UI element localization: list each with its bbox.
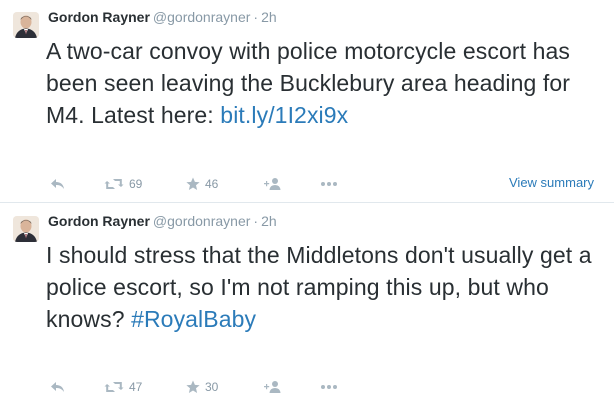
tweet-divider: [0, 202, 614, 203]
more-button[interactable]: [320, 174, 338, 194]
tweet-text: A two-car convoy with police motorcycle …: [46, 35, 606, 131]
author-name[interactable]: Gordon Rayner: [48, 9, 150, 25]
tweet-header: Gordon Rayner @gordonrayner · 2h: [48, 212, 277, 230]
favorite-button[interactable]: 46: [186, 174, 218, 194]
tweet-header: Gordon Rayner @gordonrayner · 2h: [48, 8, 277, 26]
retweet-count: 47: [129, 380, 143, 394]
favorite-button[interactable]: 30: [186, 377, 218, 397]
tweet: Gordon Rayner @gordonrayner · 2h A two-car …: [0, 0, 614, 203]
follow-button[interactable]: [264, 377, 282, 397]
tweet-text: I should stress that the Middletons don'…: [46, 239, 606, 335]
favorite-count: 46: [205, 177, 219, 191]
more-icon: [320, 181, 338, 187]
follow-icon: [264, 177, 282, 191]
tweet-link[interactable]: bit.ly/1I2xi9x: [220, 102, 348, 128]
reply-button[interactable]: [50, 377, 66, 397]
more-icon: [320, 384, 338, 390]
star-icon: [186, 380, 200, 394]
separator: ·: [253, 213, 259, 229]
reply-icon: [50, 177, 66, 191]
retweet-count: 69: [129, 177, 143, 191]
retweet-icon: [104, 177, 124, 191]
tweet: Gordon Rayner @gordonrayner · 2h I should s…: [0, 204, 614, 404]
tweet-body: I should stress that the Middletons don'…: [46, 242, 592, 332]
separator: ·: [253, 9, 259, 25]
retweet-button[interactable]: 47: [104, 377, 142, 397]
author-name[interactable]: Gordon Rayner: [48, 213, 150, 229]
hashtag-link[interactable]: #RoyalBaby: [131, 306, 256, 332]
avatar[interactable]: [13, 12, 39, 38]
tweet-actions: 69 46 View summary: [0, 174, 614, 194]
timestamp[interactable]: 2h: [261, 213, 277, 229]
retweet-button[interactable]: 69: [104, 174, 142, 194]
follow-button[interactable]: [264, 174, 282, 194]
reply-button[interactable]: [50, 174, 66, 194]
follow-icon: [264, 380, 282, 394]
view-summary-link[interactable]: View summary: [509, 175, 594, 190]
star-icon: [186, 177, 200, 191]
timestamp[interactable]: 2h: [261, 9, 277, 25]
favorite-count: 30: [205, 380, 219, 394]
author-handle[interactable]: @gordonrayner: [153, 213, 251, 229]
more-button[interactable]: [320, 377, 338, 397]
tweet-actions: 47 30: [0, 377, 614, 397]
avatar[interactable]: [13, 216, 39, 242]
reply-icon: [50, 380, 66, 394]
retweet-icon: [104, 380, 124, 394]
author-handle[interactable]: @gordonrayner: [153, 9, 251, 25]
